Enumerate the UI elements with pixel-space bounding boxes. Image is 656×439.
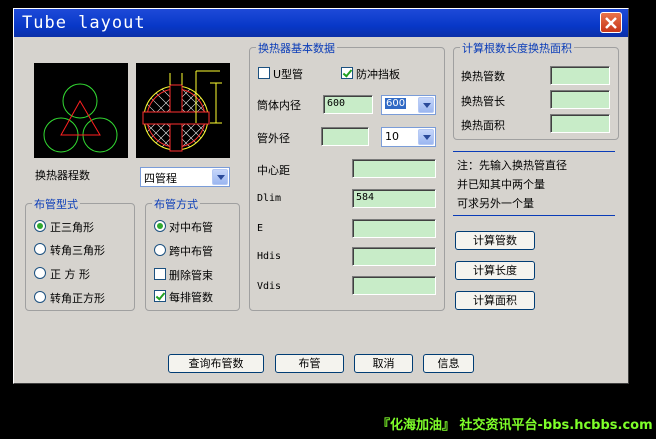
impingement-plate-checkbox[interactable]: [341, 67, 353, 79]
pitch-field[interactable]: [352, 159, 436, 178]
radio-method-straddle[interactable]: [154, 244, 166, 256]
radio-pattern-rotated-triangle[interactable]: [34, 243, 46, 255]
shell-id-select-value: 600: [385, 98, 407, 109]
note-line-1: 注：先输入换热管直径: [457, 159, 567, 172]
heat-area-field[interactable]: [550, 114, 610, 133]
tube-od-select-value: 10: [385, 130, 399, 143]
tubesheet-preview: [136, 63, 230, 158]
heat-area-label: 换热面积: [461, 119, 505, 132]
impingement-plate-label: 防冲挡板: [356, 68, 400, 81]
title-bar[interactable]: Tube layout: [14, 9, 628, 37]
tube-length-field[interactable]: [550, 90, 610, 109]
pattern-option-label: 转角三角形: [50, 244, 105, 257]
delete-bundle-label: 删除管束: [169, 269, 213, 282]
triangle-pattern-preview: [34, 63, 128, 158]
u-tube-checkbox[interactable]: [258, 67, 270, 79]
triangle-pattern-image: [43, 83, 118, 153]
pitch-label: 中心距: [257, 164, 290, 177]
radio-method-center[interactable]: [154, 220, 166, 232]
note-line-3: 可求另外一个量: [457, 197, 534, 210]
tube-od-label: 管外径: [257, 132, 290, 145]
vdis-field[interactable]: [352, 276, 436, 295]
tube-pass-select[interactable]: 四管程: [140, 167, 230, 187]
e-field[interactable]: [352, 219, 436, 238]
note-bottom-divider: [453, 215, 615, 216]
tubesheet-image: [142, 70, 222, 152]
pattern-option-label: 正 方 形: [50, 268, 90, 281]
shell-id-select[interactable]: 600: [381, 95, 436, 115]
cancel-button[interactable]: 取消: [354, 354, 413, 373]
basic-data-title: 换热器基本数据: [256, 40, 337, 56]
tubes-per-row-label: 每排管数: [169, 291, 213, 304]
window-title: Tube layout: [22, 13, 146, 33]
calc-group-title: 计算根数长度换热面积: [460, 40, 574, 56]
calc-area-button[interactable]: 计算面积: [455, 291, 535, 310]
close-button[interactable]: [600, 12, 622, 33]
method-group-title: 布管方式: [152, 196, 200, 212]
pattern-option-label: 转角正方形: [50, 292, 105, 305]
calc-count-button[interactable]: 计算管数: [455, 231, 535, 250]
hdis-field[interactable]: [352, 247, 436, 266]
dlim-field[interactable]: 584: [352, 189, 436, 208]
e-label: E: [257, 223, 264, 234]
method-option-label: 跨中布管: [169, 245, 213, 258]
vdis-label: Vdis: [257, 281, 282, 292]
radio-pattern-triangle[interactable]: [34, 220, 46, 232]
calc-length-button[interactable]: 计算长度: [455, 261, 535, 280]
watermark-text: 『化海加油』 社交资讯平台-bbs.hcbbs.com: [377, 418, 653, 433]
delete-bundle-checkbox[interactable]: [154, 268, 166, 280]
dlim-label: Dlim: [257, 193, 282, 204]
radio-pattern-rotated-square[interactable]: [34, 291, 46, 303]
method-option-label: 对中布管: [169, 221, 213, 234]
chevron-down-icon[interactable]: [418, 97, 434, 113]
shell-id-label: 筒体内径: [257, 99, 301, 112]
hdis-label: Hdis: [257, 251, 282, 262]
tube-od-select[interactable]: 10: [381, 127, 436, 147]
tube-count-field[interactable]: [550, 66, 610, 85]
close-icon: [605, 16, 617, 29]
note-line-2: 并已知其中两个量: [457, 178, 545, 191]
tube-count-label: 换热管数: [461, 70, 505, 83]
basic-data-group: 换热器基本数据: [249, 40, 445, 311]
tubes-per-row-checkbox[interactable]: [154, 290, 166, 302]
query-layout-button[interactable]: 查询布管数: [168, 354, 264, 373]
u-tube-label: U型管: [273, 68, 304, 81]
pattern-group-title: 布管型式: [32, 196, 80, 212]
shell-id-field[interactable]: 600: [323, 95, 373, 114]
note-top-divider: [453, 151, 615, 152]
pattern-option-label: 正三角形: [50, 221, 94, 234]
chevron-down-icon[interactable]: [212, 169, 228, 185]
radio-pattern-square[interactable]: [34, 267, 46, 279]
chevron-down-icon[interactable]: [418, 129, 434, 145]
tube-pass-label: 换热器程数: [35, 169, 90, 182]
tube-pass-value: 四管程: [144, 172, 177, 185]
info-button[interactable]: 信息: [423, 354, 474, 373]
tube-length-label: 换热管长: [461, 95, 505, 108]
tube-od-field[interactable]: [321, 127, 369, 146]
layout-button[interactable]: 布管: [275, 354, 344, 373]
